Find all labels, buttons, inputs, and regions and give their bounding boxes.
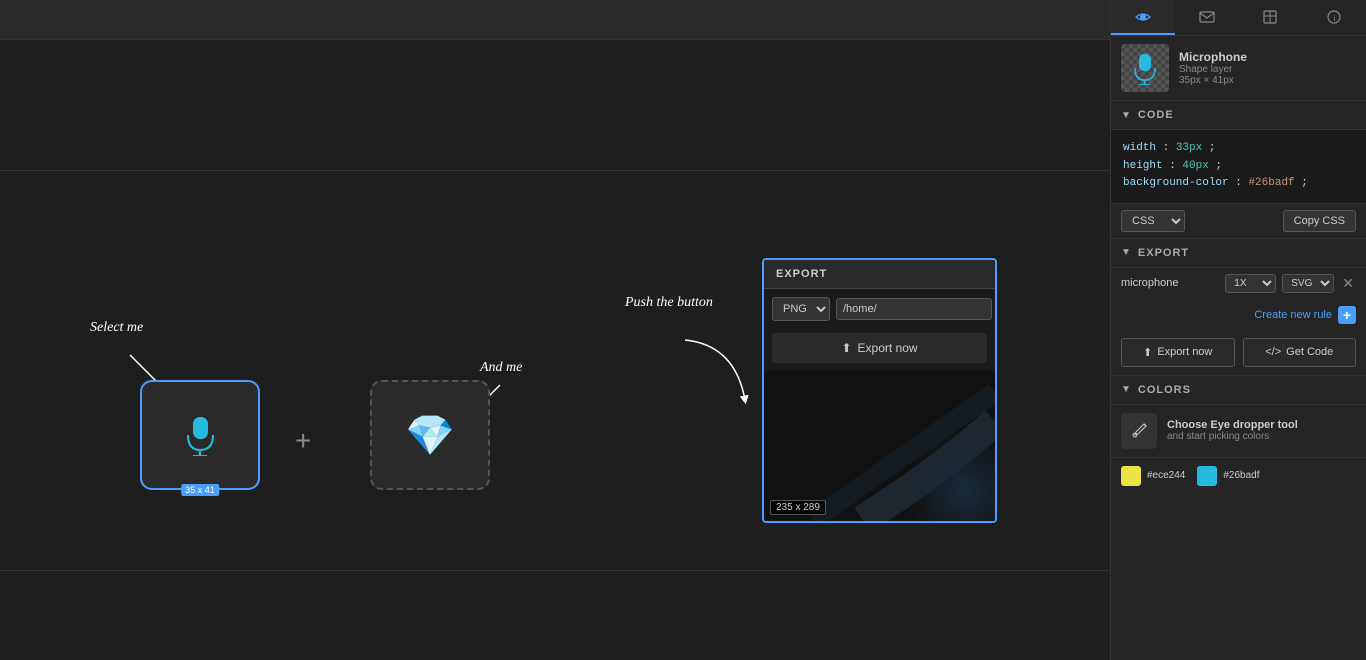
export-path-input[interactable] <box>836 298 992 320</box>
diamond-icon: 💎 <box>405 412 455 459</box>
diamond-canvas-object[interactable]: 💎 <box>370 380 490 490</box>
code-prop-bgcolor: background-color <box>1123 177 1229 189</box>
copy-css-button[interactable]: Copy CSS <box>1283 210 1356 232</box>
mic-size-badge: 35 x 41 <box>181 484 219 496</box>
push-arrow-icon <box>675 335 755 415</box>
panel-tab-slice[interactable] <box>1239 0 1303 35</box>
export-rule-name: microphone <box>1121 277 1219 289</box>
code-line-3: background-color : #26badf ; <box>1123 175 1354 193</box>
mail-icon <box>1199 9 1215 25</box>
right-panel: i Microphone Shape layer 35px × 41px ▼ C… <box>1110 0 1366 660</box>
microphone-icon <box>183 415 218 456</box>
microphone-canvas-object[interactable]: 35 x 41 <box>140 380 260 490</box>
info-icon: i <box>1326 9 1342 25</box>
eye-dropper-sub: and start picking colors <box>1167 431 1298 442</box>
code-format-select[interactable]: CSS SCSS Less <box>1121 210 1185 232</box>
swatch-yellow-label: #ece244 <box>1147 470 1185 481</box>
code-chevron-icon: ▼ <box>1121 110 1132 121</box>
export-popup-preview: 235 x 289 <box>764 371 995 521</box>
eye-dropper-text: Choose Eye dropper tool and start pickin… <box>1167 419 1298 442</box>
export-section-title: EXPORT <box>1138 247 1189 259</box>
export-now-icon: ⬆ <box>1143 346 1152 359</box>
export-rule-remove-button[interactable]: ✕ <box>1340 275 1356 292</box>
code-prop-width: width <box>1123 142 1156 154</box>
layer-thumb-icon <box>1131 52 1159 85</box>
layer-type: Shape layer <box>1179 64 1356 75</box>
layer-thumbnail <box>1121 44 1169 92</box>
push-button-label: Push the button <box>625 295 713 311</box>
swatch-blue <box>1197 466 1217 486</box>
export-chevron-icon: ▼ <box>1121 247 1132 258</box>
code-val-height: 40px <box>1182 160 1208 172</box>
code-line-1: width : 33px ; <box>1123 140 1354 158</box>
canvas-content: Select me 35 x 41 + And me <box>0 40 1110 660</box>
create-new-rule-plus-icon[interactable]: + <box>1338 306 1356 324</box>
layer-info: Microphone Shape layer 35px × 41px <box>1179 50 1356 86</box>
export-popup: EXPORT PNG SVG JPG ⬆ Export now 235 <box>762 258 997 523</box>
code-val-bgcolor: #26badf <box>1248 177 1294 189</box>
create-new-rule-row[interactable]: Create new rule + <box>1111 300 1366 330</box>
panel-top-icons: i <box>1111 0 1366 36</box>
export-now-popup-label: Export now <box>858 341 918 355</box>
export-now-main-button[interactable]: ⬆ Export now <box>1121 338 1235 367</box>
export-rule-row: microphone 0.5X 1X 2X 3X PNG SVG JPG ✕ <box>1111 268 1366 300</box>
code-section-header[interactable]: ▼ CODE <box>1111 101 1366 130</box>
layer-item[interactable]: Microphone Shape layer 35px × 41px <box>1111 36 1366 101</box>
eye-icon <box>1135 9 1151 25</box>
colors-chevron-icon: ▼ <box>1121 384 1132 395</box>
panel-tab-eye[interactable] <box>1111 0 1175 35</box>
get-code-button[interactable]: </> Get Code <box>1243 338 1357 367</box>
export-section-header[interactable]: ▼ EXPORT <box>1111 239 1366 268</box>
layer-size: 35px × 41px <box>1179 75 1356 86</box>
color-swatches: #ece244 #26badf <box>1111 458 1366 494</box>
export-now-label: Export now <box>1157 346 1212 358</box>
colors-section-header[interactable]: ▼ COLORS <box>1111 376 1366 405</box>
panel-tab-info[interactable]: i <box>1302 0 1366 35</box>
canvas-area: Select me 35 x 41 + And me <box>0 0 1110 660</box>
select-me-label: Select me <box>90 320 143 336</box>
swatch-yellow <box>1121 466 1141 486</box>
code-block: width : 33px ; height : 40px ; backgroun… <box>1111 130 1366 204</box>
svg-text:i: i <box>1334 14 1336 23</box>
code-controls: CSS SCSS Less Copy CSS <box>1111 204 1366 239</box>
create-new-rule-label: Create new rule <box>1254 309 1332 321</box>
code-line-2: height : 40px ; <box>1123 158 1354 176</box>
code-prop-height: height <box>1123 160 1163 172</box>
code-val-width: 33px <box>1176 142 1202 154</box>
canvas-top-bar <box>0 0 1110 40</box>
export-format-select-panel[interactable]: PNG SVG JPG <box>1282 274 1334 293</box>
panel-tab-mail[interactable] <box>1175 0 1239 35</box>
export-popup-format-row: PNG SVG JPG <box>764 289 995 329</box>
canvas-divider-top <box>0 170 1110 171</box>
canvas-divider-bottom <box>0 570 1110 571</box>
eye-dropper-title: Choose Eye dropper tool <box>1167 419 1298 431</box>
export-popup-header: EXPORT <box>764 260 995 289</box>
code-section-title: CODE <box>1138 109 1174 121</box>
plus-sign: + <box>295 425 311 457</box>
and-me-label: And me <box>480 360 522 376</box>
swatch-blue-label: #26badf <box>1223 470 1259 481</box>
colors-section-title: COLORS <box>1138 384 1191 396</box>
color-swatch-blue[interactable]: #26badf <box>1197 466 1259 486</box>
preview-decoration <box>764 371 995 521</box>
eye-dropper-icon <box>1130 422 1148 440</box>
export-icon: ⬆ <box>841 341 851 355</box>
export-now-popup-button[interactable]: ⬆ Export now <box>772 333 987 363</box>
slice-icon <box>1262 9 1278 25</box>
eye-dropper-row[interactable]: Choose Eye dropper tool and start pickin… <box>1111 405 1366 458</box>
code-brackets-icon: </> <box>1265 346 1281 358</box>
layer-name: Microphone <box>1179 50 1356 64</box>
color-swatch-yellow[interactable]: #ece244 <box>1121 466 1185 486</box>
popup-dimension-badge: 235 x 289 <box>770 500 826 515</box>
get-code-label: Get Code <box>1286 346 1333 358</box>
export-scale-select[interactable]: 0.5X 1X 2X 3X <box>1225 274 1276 293</box>
export-format-select[interactable]: PNG SVG JPG <box>772 297 830 321</box>
eye-dropper-icon-box <box>1121 413 1157 449</box>
export-buttons-row: ⬆ Export now </> Get Code <box>1111 330 1366 376</box>
